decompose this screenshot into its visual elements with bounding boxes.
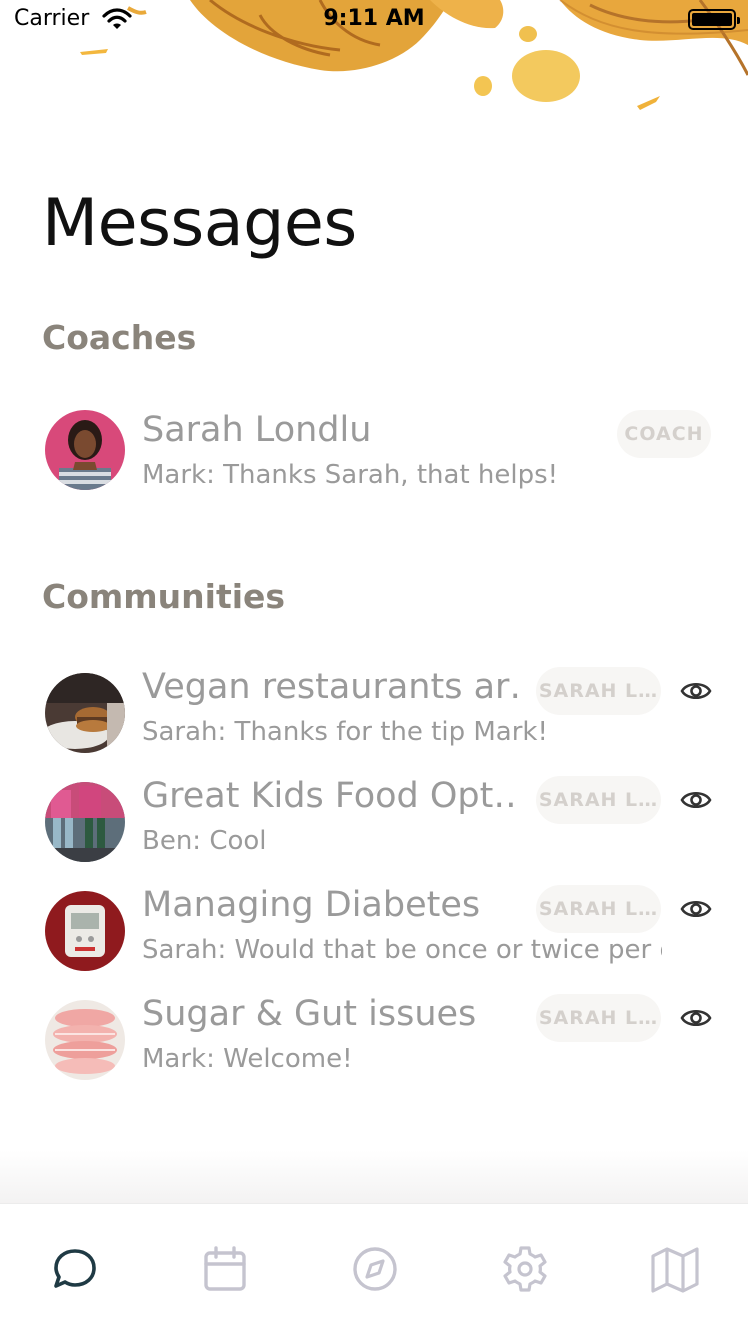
avatar bbox=[45, 1000, 125, 1080]
battery-icon bbox=[688, 9, 740, 30]
community-last-message: Ben: Cool bbox=[142, 826, 267, 856]
avatar bbox=[45, 782, 125, 862]
community-last-message: Sarah: Would that be once or twice per d bbox=[142, 935, 662, 965]
tab-map[interactable] bbox=[650, 1244, 700, 1294]
eye-icon[interactable] bbox=[680, 896, 712, 922]
community-name: Great Kids Food Opt… bbox=[142, 776, 520, 816]
calendar-icon bbox=[204, 1246, 246, 1291]
owner-badge: SARAH L… bbox=[536, 667, 661, 715]
owner-badge: SARAH L… bbox=[536, 885, 661, 933]
page-title: Messages bbox=[42, 186, 357, 261]
eye-icon[interactable] bbox=[680, 678, 712, 704]
community-name: Vegan restaurants ar… bbox=[142, 667, 520, 707]
community-row[interactable]: Great Kids Food Opt… Ben: Cool SARAH L… bbox=[0, 776, 748, 876]
community-row[interactable]: Sugar & Gut issues Mark: Welcome! SARAH … bbox=[0, 994, 748, 1094]
eye-icon[interactable] bbox=[680, 1005, 712, 1031]
map-icon bbox=[651, 1247, 699, 1293]
avatar bbox=[45, 673, 125, 753]
tab-calendar[interactable] bbox=[200, 1244, 250, 1294]
chat-icon bbox=[54, 1249, 96, 1288]
gear-icon bbox=[503, 1246, 547, 1292]
tab-bar-shadow bbox=[0, 1150, 748, 1205]
section-heading-coaches: Coaches bbox=[42, 318, 197, 357]
avatar bbox=[45, 410, 125, 490]
section-heading-communities: Communities bbox=[42, 577, 286, 616]
community-last-message: Sarah: Thanks for the tip Mark! bbox=[142, 717, 548, 747]
avatar bbox=[45, 891, 125, 971]
coach-row[interactable]: Sarah Londlu Mark: Thanks Sarah, that he… bbox=[0, 410, 748, 510]
community-name: Sugar & Gut issues bbox=[142, 994, 477, 1034]
tab-settings[interactable] bbox=[500, 1244, 550, 1294]
tab-bar bbox=[0, 1203, 748, 1333]
community-row[interactable]: Vegan restaurants ar… Sarah: Thanks for … bbox=[0, 667, 748, 767]
role-badge: COACH bbox=[617, 410, 711, 458]
coach-last-message: Mark: Thanks Sarah, that helps! bbox=[142, 460, 559, 490]
community-row[interactable]: Managing Diabetes Sarah: Would that be o… bbox=[0, 885, 748, 985]
community-last-message: Mark: Welcome! bbox=[142, 1044, 353, 1074]
community-name: Managing Diabetes bbox=[142, 885, 481, 925]
owner-badge: SARAH L… bbox=[536, 776, 661, 824]
eye-icon[interactable] bbox=[680, 787, 712, 813]
tab-messages[interactable] bbox=[50, 1244, 100, 1294]
tab-explore[interactable] bbox=[350, 1244, 400, 1294]
owner-badge: SARAH L… bbox=[536, 994, 661, 1042]
status-bar: Carrier 9:11 AM bbox=[0, 0, 748, 40]
coach-name: Sarah Londlu bbox=[142, 410, 372, 450]
status-time: 9:11 AM bbox=[323, 6, 425, 31]
compass-icon bbox=[353, 1247, 397, 1291]
